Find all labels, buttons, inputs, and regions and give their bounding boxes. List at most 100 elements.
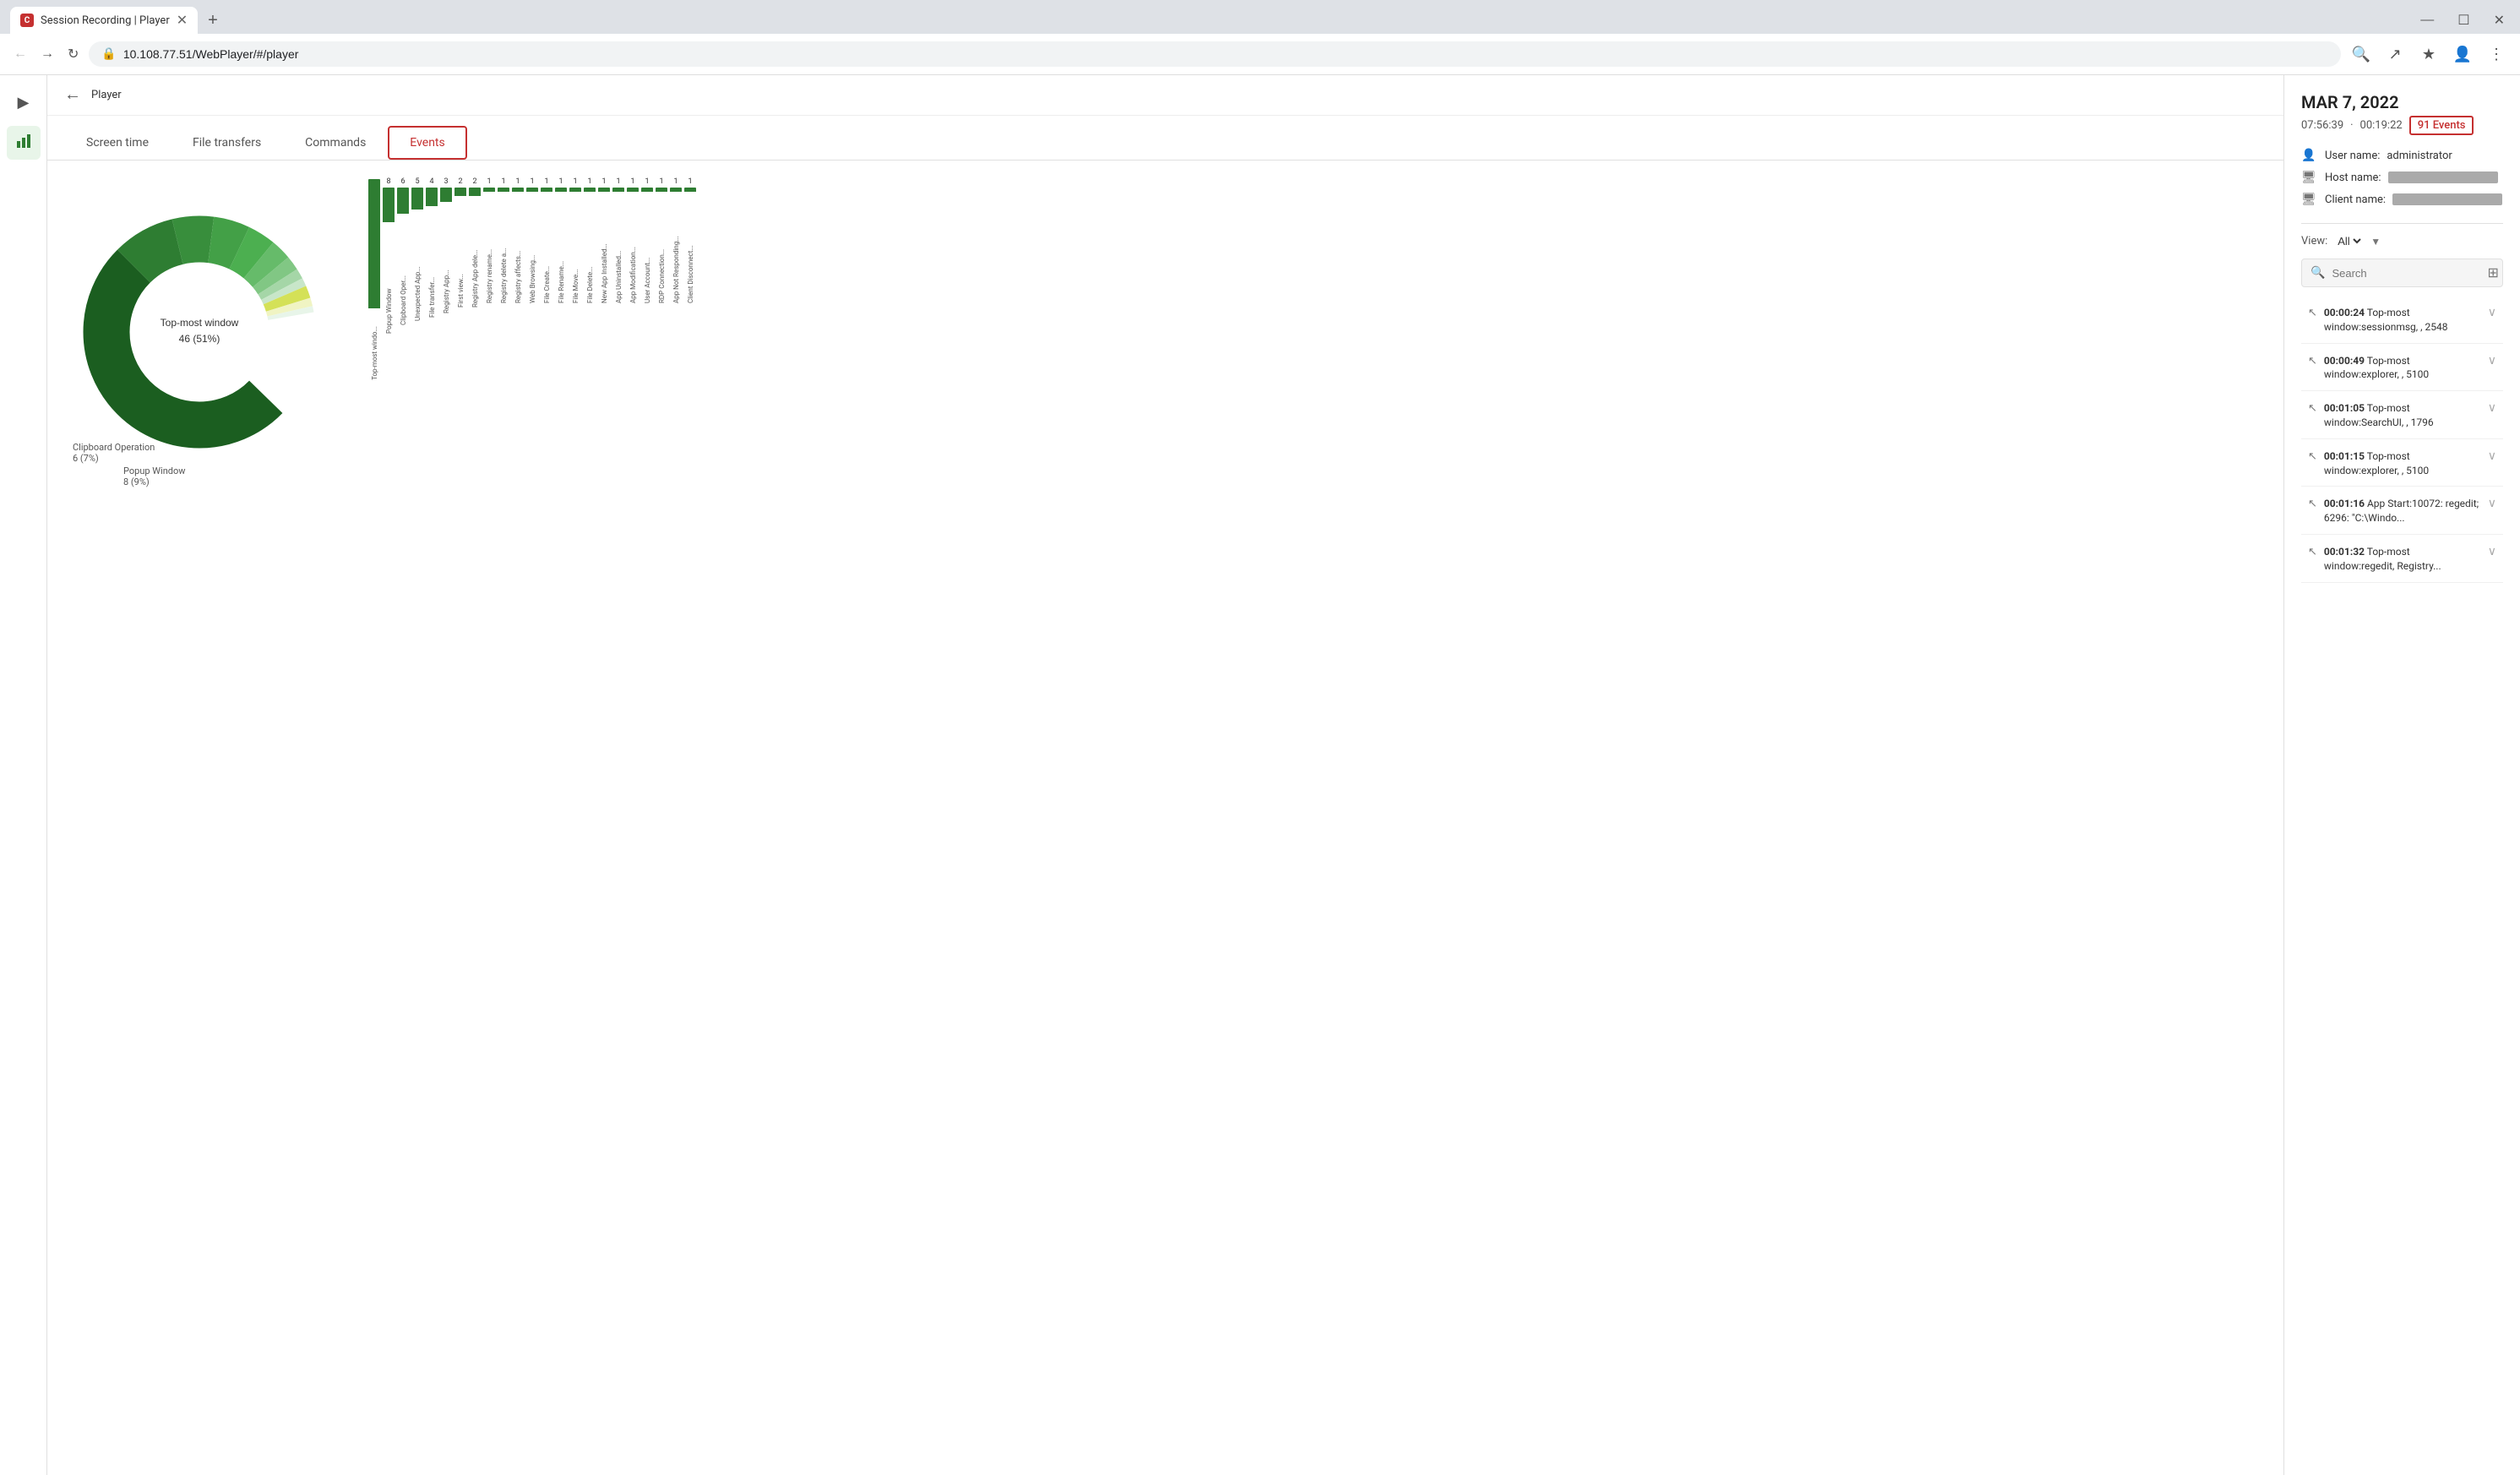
- expand-icon-0[interactable]: ∨: [2488, 306, 2496, 319]
- bar-col-14: 1 File Move...: [569, 177, 581, 380]
- back-nav-button[interactable]: ←: [10, 43, 30, 65]
- expand-icon-1[interactable]: ∨: [2488, 354, 2496, 367]
- tabs-bar: Screen time File transfers Commands Even…: [47, 116, 2283, 161]
- event-item-0[interactable]: ↖ 00:00:24 Top-most window:sessionmsg, ,…: [2301, 297, 2503, 344]
- bar-label-22: Client Disconnect...: [687, 193, 694, 303]
- tab-close-button[interactable]: ✕: [177, 14, 188, 27]
- tab-favicon: C: [20, 14, 34, 27]
- bar-fill-0: [368, 179, 380, 308]
- right-panel: MAR 7, 2022 07:56:39 · 00:19:22 91 Event…: [2283, 75, 2520, 1475]
- back-button[interactable]: ←: [64, 85, 81, 105]
- back-arrow-icon: ←: [64, 85, 81, 105]
- bar-fill-4: [426, 188, 438, 206]
- reload-button[interactable]: ↻: [64, 42, 82, 66]
- bar-col-13: 1 File Rename...: [555, 177, 567, 380]
- expand-icon-2[interactable]: ∨: [2488, 401, 2496, 415]
- bar-label-15: File Delete...: [586, 193, 594, 303]
- user-value: administrator: [2387, 150, 2452, 162]
- svg-text:Top-most window: Top-most window: [161, 317, 239, 329]
- event-item-4[interactable]: ↖ 00:01:16 App Start:10072: regedit; 629…: [2301, 488, 2503, 535]
- session-date: MAR 7, 2022: [2301, 92, 2503, 112]
- title-bar: C Session Recording | Player ✕ + — ☐ ✕: [0, 0, 2520, 34]
- view-label: View:: [2301, 235, 2327, 248]
- tab-commands[interactable]: Commands: [283, 126, 388, 160]
- browser-chrome: C Session Recording | Player ✕ + — ☐ ✕ ←…: [0, 0, 2520, 75]
- bar-fill-19: [641, 188, 653, 192]
- event-item-1[interactable]: ↖ 00:00:49 Top-most window:explorer, , 5…: [2301, 346, 2503, 392]
- close-button[interactable]: ✕: [2489, 10, 2510, 30]
- bar-col-8: 1 Registry rename...: [483, 177, 495, 380]
- bar-col-15: 1 File Delete...: [584, 177, 596, 380]
- event-text-1: 00:00:49 Top-most window:explorer, , 510…: [2324, 354, 2481, 383]
- toolbar-actions: 🔍 ↗ ★ 👤 ⋮: [2348, 41, 2510, 68]
- event-text-2: 00:01:05 Top-most window:SearchUI, , 179…: [2324, 401, 2481, 430]
- bar-label-6: First view...: [457, 198, 465, 308]
- forward-nav-button[interactable]: →: [37, 43, 57, 65]
- bar-col-17: 1 App Uninstalled...: [612, 177, 624, 380]
- bar-fill-17: [612, 188, 624, 192]
- profile-button[interactable]: 👤: [2449, 41, 2476, 68]
- donut-chart: Top-most window 46 (51%) Clipboard Opera…: [64, 177, 335, 515]
- search-input[interactable]: [2332, 267, 2480, 280]
- bar-fill-9: [498, 188, 509, 192]
- cursor-icon-4: ↖: [2308, 498, 2317, 510]
- bar-chart: Top-most windo... 8 Popup Window 6 Clipb: [368, 177, 2267, 498]
- cursor-icon-0: ↖: [2308, 307, 2317, 319]
- share-button[interactable]: ↗: [2381, 41, 2408, 68]
- menu-button[interactable]: ⋮: [2483, 41, 2510, 68]
- tab-file-transfers[interactable]: File transfers: [171, 126, 283, 160]
- cursor-icon-2: ↖: [2308, 402, 2317, 415]
- filter-button[interactable]: ⊞: [2487, 264, 2498, 281]
- main-layout: ← Player Screen time File transfers Comm…: [47, 75, 2520, 1475]
- user-label: User name:: [2325, 150, 2380, 162]
- search-bar[interactable]: 🔍 ⊞: [2301, 259, 2503, 287]
- tab-screen-time[interactable]: Screen time: [64, 126, 171, 160]
- bar-label-21: App Not Responding...: [672, 193, 680, 303]
- lock-icon: 🔒: [101, 47, 116, 61]
- bar-col-3: 5 Unexpected App...: [411, 177, 423, 380]
- bar-col-1: 8 Popup Window: [383, 177, 395, 380]
- expand-icon-4[interactable]: ∨: [2488, 497, 2496, 510]
- event-item-5[interactable]: ↖ 00:01:32 Top-most window:regedit, Regi…: [2301, 536, 2503, 583]
- session-meta: 07:56:39 · 00:19:22 91 Events: [2301, 116, 2503, 135]
- event-text-4: 00:01:16 App Start:10072: regedit; 6296:…: [2324, 497, 2481, 525]
- browser-tab[interactable]: C Session Recording | Player ✕: [10, 7, 198, 34]
- events-badge: 91 Events: [2409, 116, 2474, 135]
- bar-col-22: 1 Client Disconnect...: [684, 177, 696, 380]
- expand-icon-5[interactable]: ∨: [2488, 545, 2496, 558]
- bar-fill-2: [397, 188, 409, 214]
- address-bar[interactable]: 🔒: [89, 41, 2341, 67]
- sidebar-item-stats[interactable]: [7, 126, 41, 160]
- new-tab-button[interactable]: +: [201, 8, 225, 34]
- bar-col-0: Top-most windo...: [368, 177, 380, 380]
- chevron-down-icon: ▼: [2370, 236, 2381, 248]
- bar-fill-11: [526, 188, 538, 192]
- bar-col-18: 1 App Modification...: [627, 177, 639, 380]
- event-item-3[interactable]: ↖ 00:01:15 Top-most window:explorer, , 5…: [2301, 441, 2503, 487]
- bar-fill-5: [440, 188, 452, 202]
- event-text-3: 00:01:15 Top-most window:explorer, , 510…: [2324, 449, 2481, 478]
- url-input[interactable]: [123, 47, 2328, 61]
- tab-events[interactable]: Events: [388, 126, 466, 160]
- bar-fill-12: [541, 188, 552, 192]
- bar-label-7: Registry App dele...: [471, 198, 479, 308]
- panel-divider: [2301, 223, 2503, 224]
- stats-icon: [15, 133, 32, 154]
- bar-fill-8: [483, 188, 495, 192]
- restore-button[interactable]: ☐: [2452, 10, 2474, 30]
- bars-row: Top-most windo... 8 Popup Window 6 Clipb: [368, 177, 2267, 380]
- bar-label-5: Registry App...: [443, 204, 450, 313]
- bar-fill-20: [656, 188, 667, 192]
- bar-col-10: 1 Registry affects...: [512, 177, 524, 380]
- view-select[interactable]: All: [2334, 234, 2364, 248]
- bar-fill-22: [684, 188, 696, 192]
- expand-icon-3[interactable]: ∨: [2488, 449, 2496, 463]
- client-label: Client name:: [2325, 193, 2386, 206]
- app-container: ▶ ← Player Sc: [0, 75, 2520, 1475]
- event-item-2[interactable]: ↖ 00:01:05 Top-most window:SearchUI, , 1…: [2301, 393, 2503, 439]
- bookmark-button[interactable]: ★: [2415, 41, 2442, 68]
- minimize-button[interactable]: —: [2415, 11, 2439, 30]
- zoom-button[interactable]: 🔍: [2348, 41, 2375, 68]
- bar-col-9: 1 Registry delete a...: [498, 177, 509, 380]
- sidebar-item-play[interactable]: ▶: [7, 85, 41, 119]
